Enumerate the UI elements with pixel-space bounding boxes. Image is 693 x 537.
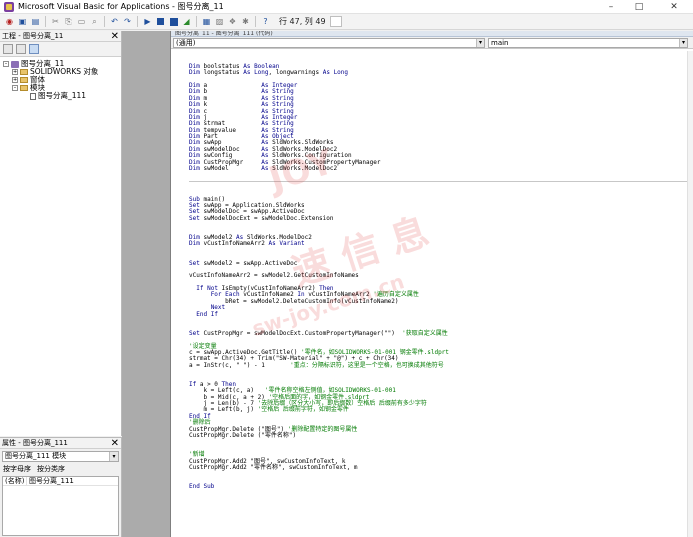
code-text: Set swModel2 = swApp.ActiveDoc — [189, 259, 298, 267]
view-object-icon[interactable] — [16, 44, 26, 54]
folder-open-icon — [20, 85, 28, 91]
properties-window-icon[interactable]: ▨ — [214, 16, 225, 27]
folder-icon — [20, 77, 28, 83]
properties-window: 属性 - 图号分离_111 ✕ 图号分离_111 模块 ▾ 按字母序 按分类序 … — [0, 437, 122, 537]
properties-grid: (名称) 图号分离_111 — [2, 476, 119, 536]
insert-userform-icon[interactable]: ▣ — [17, 16, 28, 27]
toolbar-separator — [137, 16, 138, 27]
object-select[interactable]: (通用) ▾ — [173, 37, 485, 48]
project-explorer-icon[interactable]: ▦ — [201, 16, 212, 27]
minimize-button[interactable]: – — [597, 0, 625, 14]
properties-tabs: 按字母序 按分类序 — [0, 464, 121, 474]
close-button[interactable]: ✕ — [660, 0, 688, 14]
property-value[interactable]: 图号分离_111 — [27, 477, 74, 485]
break-icon[interactable] — [155, 16, 166, 27]
cut-icon[interactable]: ✂ — [50, 16, 61, 27]
tree-node-forms[interactable]: + 窗体 — [0, 76, 121, 84]
procedure-select[interactable]: main ▾ — [488, 37, 688, 48]
close-icon[interactable]: ✕ — [111, 438, 119, 449]
code-window-combos: (通用) ▾ main ▾ — [171, 37, 693, 49]
standard-toolbar: ◉ ▣ ▤ ✂ ⎘ ▭ ⌕ ↶ ↷ ▶ ◢ ▦ ▨ ❖ ✱ ? 行 47, 列 … — [0, 14, 693, 30]
paste-icon[interactable]: ▭ — [76, 16, 87, 27]
tree-node-module-111[interactable]: 图号分离_111 — [0, 92, 121, 100]
code-text: CustPropMgr.Add2 "零件名称", swCustomInfoTex… — [189, 464, 358, 471]
help-icon[interactable]: ? — [260, 16, 271, 27]
properties-header: 属性 - 图号分离_111 ✕ — [0, 438, 121, 449]
properties-object-value: 图号分离_111 模块 — [5, 452, 67, 460]
toolbar-separator — [255, 16, 256, 27]
code-text: CustPropMgr.Delete ("零件名称") — [189, 432, 297, 440]
collapse-icon[interactable]: – — [12, 85, 18, 91]
reset-icon[interactable] — [168, 16, 179, 27]
code-line[interactable]: End Sub — [189, 483, 693, 491]
chevron-down-icon[interactable]: ▾ — [679, 38, 687, 47]
design-mode-icon[interactable]: ◢ — [181, 16, 192, 27]
code-text: vCustInfoNameArr2 = swModel2.GetCustomIn… — [189, 272, 359, 280]
title-bar: Microsoft Visual Basic for Applications … — [0, 0, 693, 14]
object-select-value: (通用) — [176, 38, 196, 47]
expand-icon[interactable]: + — [12, 77, 18, 83]
property-name: (名称) — [3, 477, 27, 485]
workspace-background — [122, 31, 170, 537]
close-icon[interactable]: ✕ — [111, 31, 119, 42]
tree-node-label: 图号分离_111 — [38, 91, 87, 100]
code-text: Dim longstatus As Long, longwarnings As … — [189, 69, 349, 77]
code-comment: '获取自定义属性 — [402, 329, 448, 337]
toolbar-separator — [45, 16, 46, 27]
view-code-icon[interactable] — [3, 44, 13, 54]
code-text: Dim vCustInfoNameArr2 As Variant — [189, 240, 305, 248]
code-comment: '删除配置特定的图号属性 — [287, 425, 358, 433]
code-text: Dim swModel As SldWorks.ModelDoc2 — [189, 165, 338, 173]
code-text: End If — [196, 310, 218, 318]
cursor-position: 行 47, 列 49 — [279, 17, 326, 26]
tree-node-solidworks-objects[interactable]: + SOLIDWORKS 对象 — [0, 68, 121, 76]
project-explorer-title: 工程 - 图号分离_11 — [2, 32, 64, 40]
solidworks-view-icon[interactable]: ◉ — [4, 16, 15, 27]
run-icon[interactable]: ▶ — [142, 16, 153, 27]
folder-icon — [20, 69, 28, 75]
code-comment: '重点：分隔标识符，这里是一个空格，也可换成其他符号 — [290, 361, 444, 369]
code-text: Set CustPropMgr = swModelDocExt.CustomPr… — [189, 329, 403, 337]
redo-icon[interactable]: ↷ — [122, 16, 133, 27]
vba-app-icon — [4, 1, 14, 12]
project-tree: – 图号分离_11 + SOLIDWORKS 对象 + 窗体 – 模块 图号分离… — [0, 57, 121, 100]
code-text: Set swModelDocExt = swModelDoc.Extension — [189, 214, 334, 222]
toolbar-options-dropdown[interactable] — [329, 16, 342, 27]
toggle-folders-icon[interactable] — [29, 44, 39, 54]
find-icon[interactable]: ⌕ — [89, 16, 100, 27]
code-text: End Sub — [189, 483, 215, 491]
property-row[interactable]: (名称) 图号分离_111 — [3, 477, 118, 486]
main-procedure: Sub main() Set swApp = Application.SldWor… — [189, 196, 693, 491]
collapse-icon[interactable]: – — [3, 61, 9, 67]
vba-project-icon — [11, 60, 19, 68]
code-scrollbar[interactable] — [687, 51, 693, 537]
declarations-section: Dim boolstatus As Boolean Dim longstatus … — [189, 63, 693, 173]
procedure-separator — [189, 180, 693, 182]
object-browser-icon[interactable]: ❖ — [227, 16, 238, 27]
code-text: a = InStr(c, " ") - 1 — [189, 361, 291, 369]
toolbox-icon[interactable]: ✱ — [240, 16, 251, 27]
project-explorer: 工程 - 图号分离_11 ✕ – 图号分离_11 + SOLIDWORKS 对象… — [0, 31, 122, 436]
undo-icon[interactable]: ↶ — [109, 16, 120, 27]
save-icon[interactable]: ▤ — [30, 16, 41, 27]
tab-categorized[interactable]: 按分类序 — [37, 464, 65, 474]
code-editor[interactable]: Dim boolstatus As Boolean Dim longstatus … — [171, 51, 693, 537]
chevron-down-icon[interactable]: ▾ — [476, 38, 484, 47]
project-explorer-header: 工程 - 图号分离_11 ✕ — [0, 31, 121, 42]
window-title: Microsoft Visual Basic for Applications … — [18, 2, 224, 11]
properties-title: 属性 - 图号分离_111 — [2, 439, 68, 447]
toolbar-separator — [196, 16, 197, 27]
copy-icon[interactable]: ⎘ — [63, 16, 74, 27]
properties-object-select[interactable]: 图号分离_111 模块 ▾ — [2, 451, 119, 462]
module-icon — [30, 92, 36, 100]
maximize-button[interactable]: □ — [625, 0, 653, 14]
toolbar-separator — [104, 16, 105, 27]
code-window: 图号分离_11 - 图号分离_111 (代码) (通用) ▾ main ▾ Di… — [170, 31, 693, 537]
project-explorer-toolbar — [0, 42, 121, 57]
tab-alphabetic[interactable]: 按字母序 — [3, 464, 31, 474]
code-comment: '空格后 后缀前字符，如钢金零件 — [257, 406, 349, 414]
expand-icon[interactable]: + — [12, 69, 18, 75]
chevron-down-icon[interactable]: ▾ — [109, 452, 118, 461]
procedure-select-value: main — [491, 38, 509, 47]
